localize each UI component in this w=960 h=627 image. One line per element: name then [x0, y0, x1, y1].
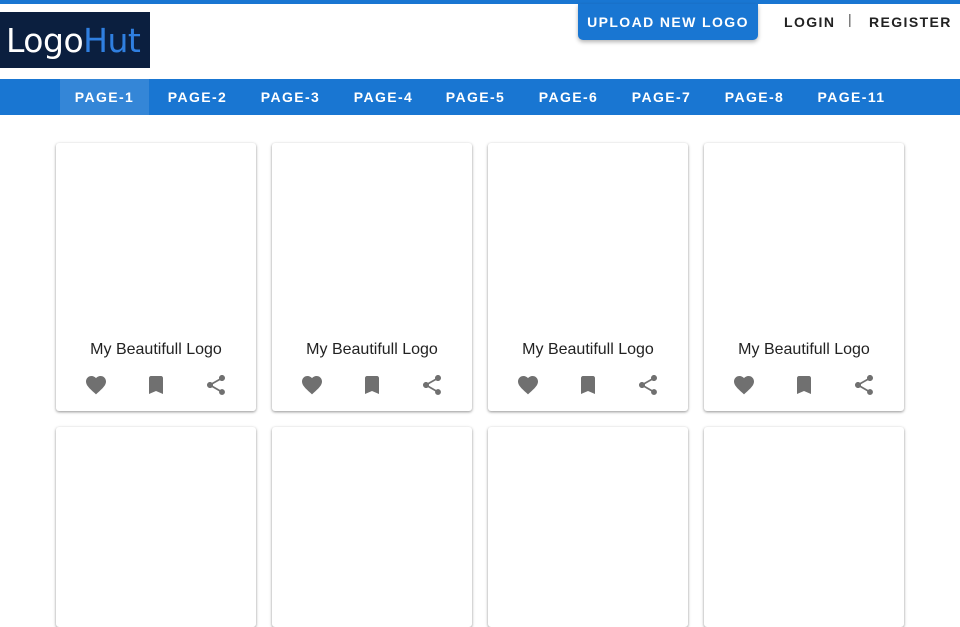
- card-actions: [56, 373, 256, 397]
- bookmark-icon[interactable]: [576, 373, 600, 397]
- heart-icon[interactable]: [300, 373, 324, 397]
- logo-card[interactable]: My Beautifull Logo: [56, 143, 256, 411]
- logo-text-part2: Hut: [83, 20, 141, 60]
- bookmark-icon[interactable]: [792, 373, 816, 397]
- share-icon[interactable]: [204, 373, 228, 397]
- card-title: My Beautifull Logo: [522, 341, 654, 358]
- logo-card[interactable]: [56, 427, 256, 627]
- share-icon[interactable]: [636, 373, 660, 397]
- nav-item-page-7[interactable]: PAGE-7: [617, 79, 706, 115]
- nav-item-page-1[interactable]: PAGE-1: [60, 79, 149, 115]
- heart-icon[interactable]: [516, 373, 540, 397]
- logo-card[interactable]: [488, 427, 688, 627]
- logo-card[interactable]: My Beautifull Logo: [488, 143, 688, 411]
- auth-separator: |: [848, 11, 852, 27]
- card-actions: [272, 373, 472, 397]
- login-link[interactable]: LOGIN: [784, 14, 835, 30]
- logo-card[interactable]: My Beautifull Logo: [272, 143, 472, 411]
- bookmark-icon[interactable]: [144, 373, 168, 397]
- share-icon[interactable]: [852, 373, 876, 397]
- logo-card[interactable]: [272, 427, 472, 627]
- card-title: My Beautifull Logo: [306, 341, 438, 358]
- logo[interactable]: Logo Hut: [0, 12, 150, 68]
- nav-item-page-4[interactable]: PAGE-4: [339, 79, 428, 115]
- logo-card[interactable]: My Beautifull Logo: [704, 143, 904, 411]
- logo-card[interactable]: [704, 427, 904, 627]
- upload-new-logo-button[interactable]: UPLOAD NEW LOGO: [578, 4, 758, 40]
- bookmark-icon[interactable]: [360, 373, 384, 397]
- nav-item-page-8[interactable]: PAGE-8: [710, 79, 799, 115]
- card-title: My Beautifull Logo: [90, 341, 222, 358]
- header: Logo Hut UPLOAD NEW LOGO LOGIN | REGISTER: [0, 4, 960, 79]
- nav-item-page-3[interactable]: PAGE-3: [246, 79, 335, 115]
- heart-icon[interactable]: [732, 373, 756, 397]
- card-actions: [488, 373, 688, 397]
- heart-icon[interactable]: [84, 373, 108, 397]
- share-icon[interactable]: [420, 373, 444, 397]
- page-nav: PAGE-1 PAGE-2 PAGE-3 PAGE-4 PAGE-5 PAGE-…: [0, 79, 960, 115]
- card-actions: [704, 373, 904, 397]
- nav-item-page-11[interactable]: PAGE-11: [803, 79, 900, 115]
- nav-item-page-2[interactable]: PAGE-2: [153, 79, 242, 115]
- nav-item-page-6[interactable]: PAGE-6: [524, 79, 613, 115]
- card-title: My Beautifull Logo: [738, 341, 870, 358]
- nav-item-page-5[interactable]: PAGE-5: [431, 79, 520, 115]
- register-link[interactable]: REGISTER: [869, 14, 952, 30]
- logo-text-part1: Logo: [6, 20, 84, 60]
